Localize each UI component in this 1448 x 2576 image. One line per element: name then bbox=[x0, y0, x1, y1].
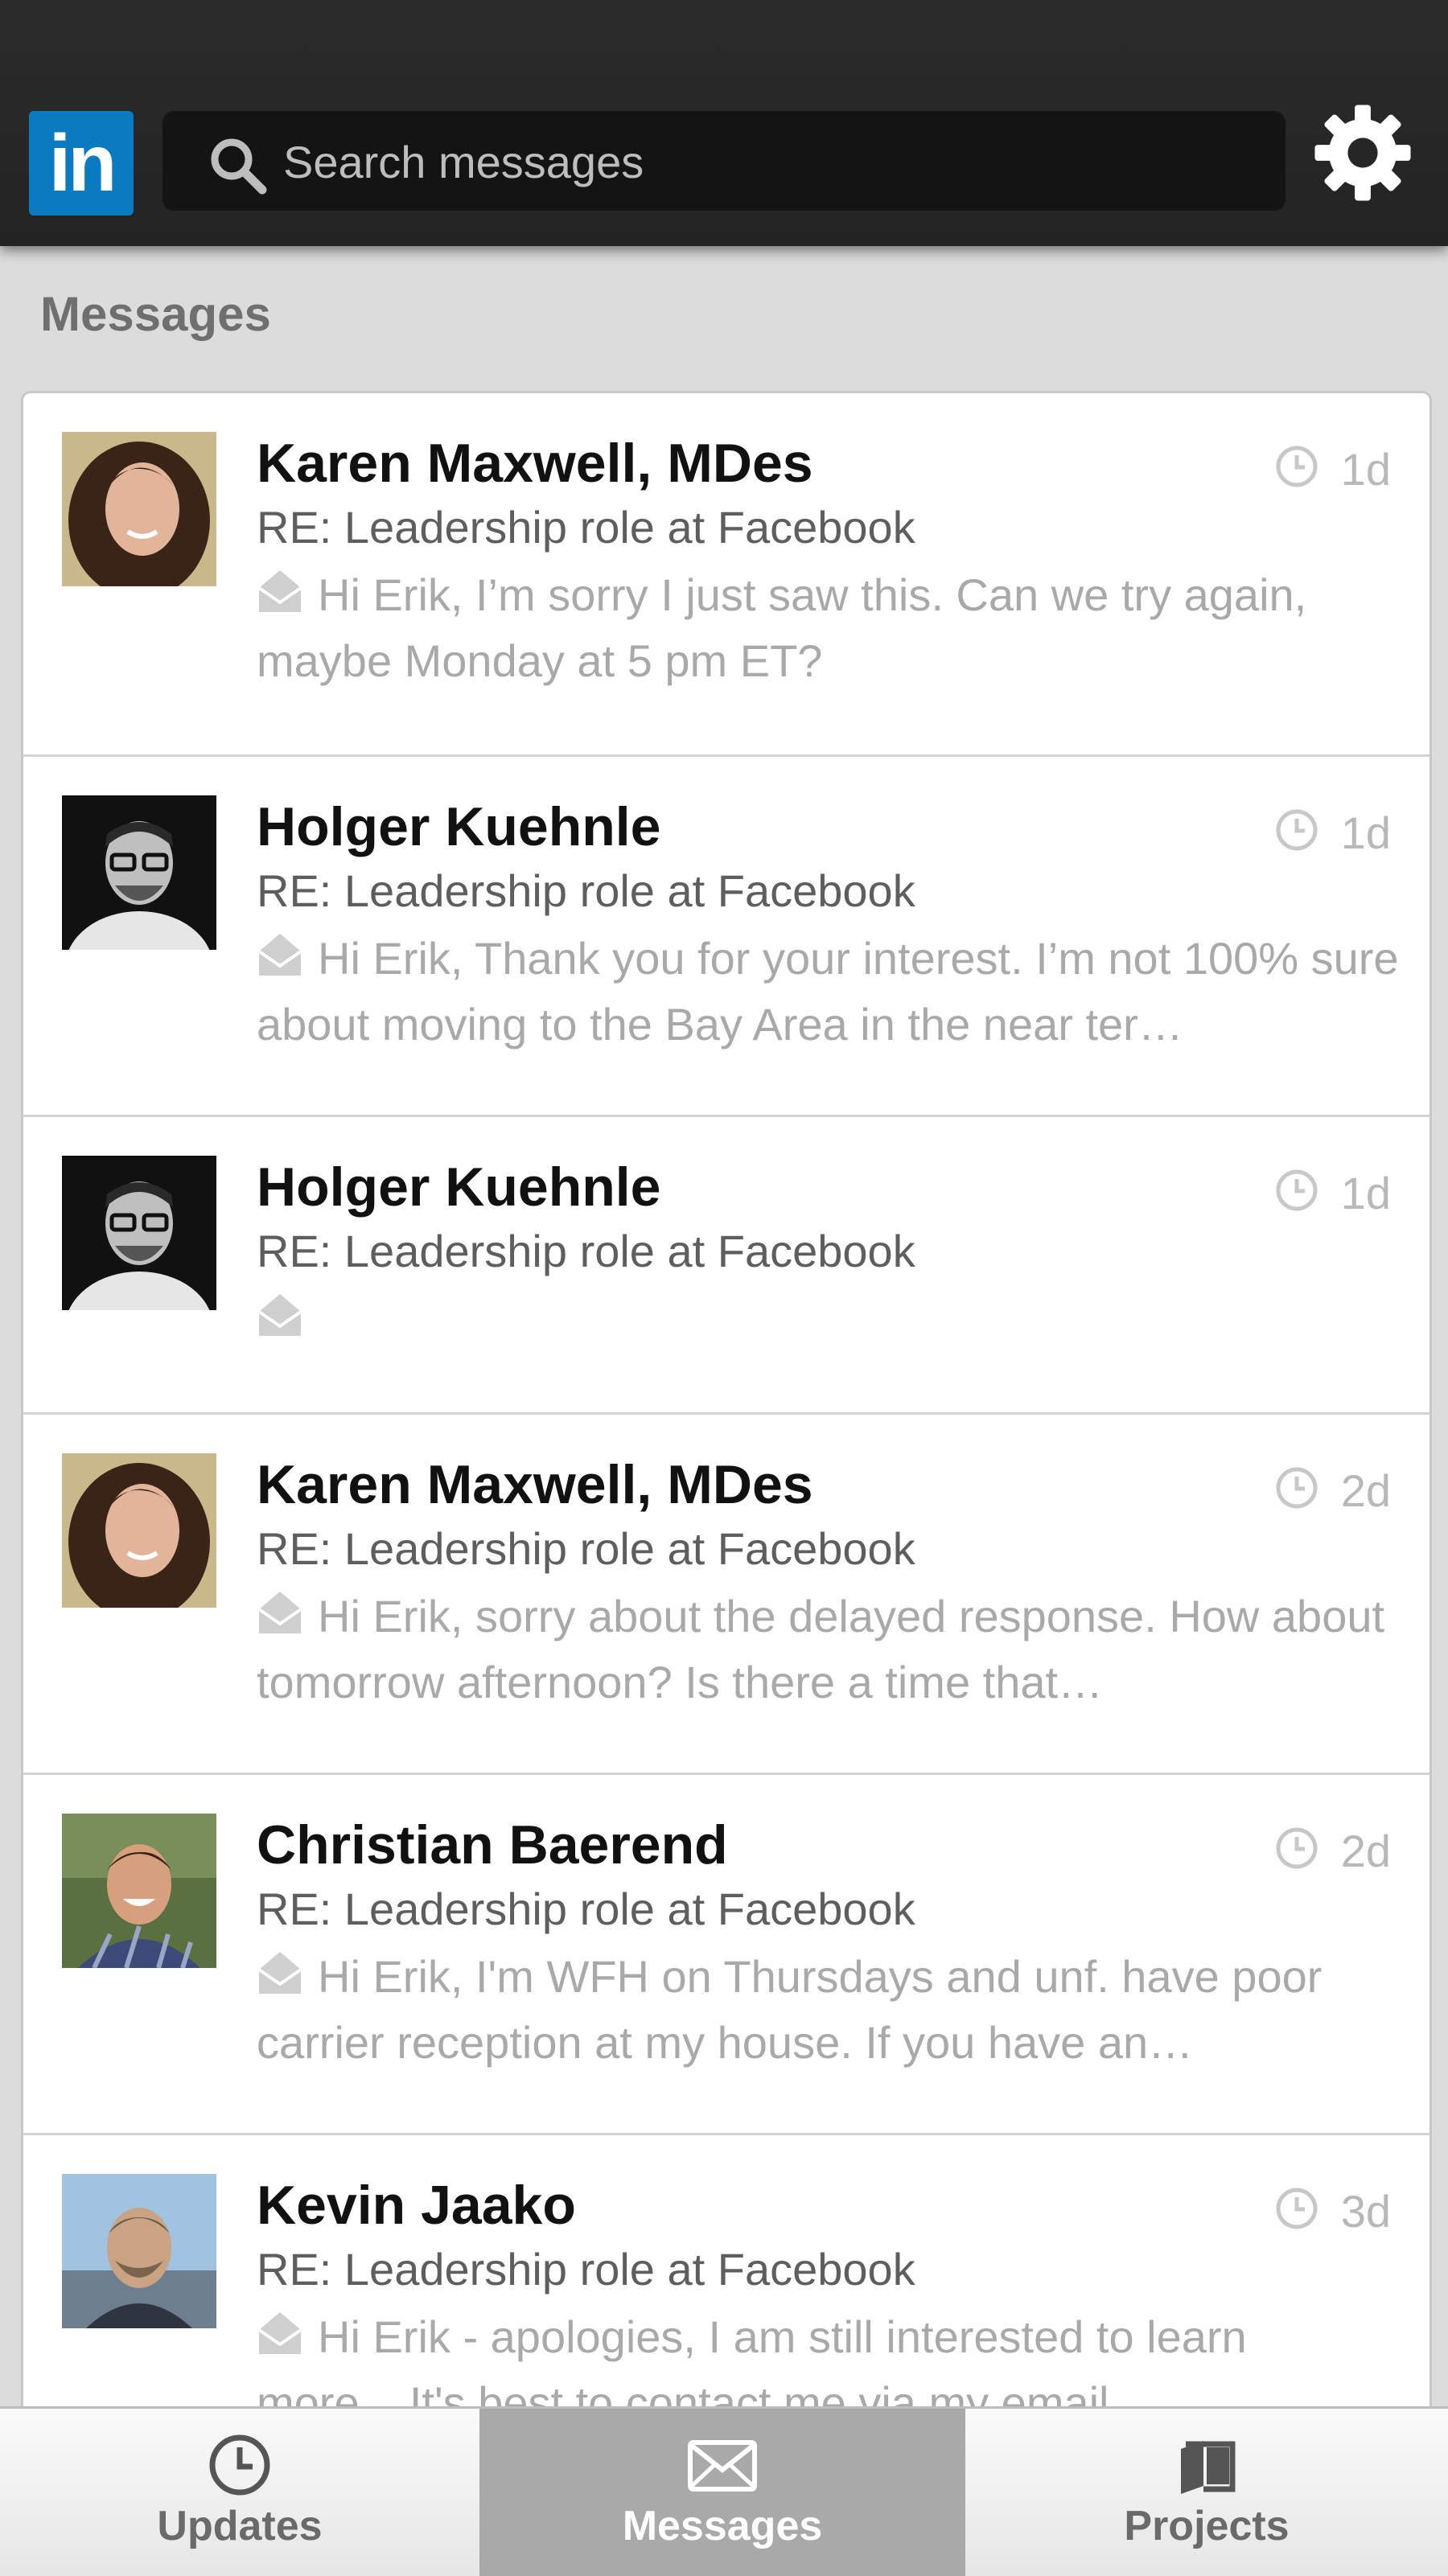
message-age: 1d bbox=[1340, 1168, 1391, 1218]
message-age: 2d bbox=[1340, 1465, 1391, 1516]
envelope-open-icon bbox=[257, 1592, 302, 1633]
preview-text: Hi Erik, I'm WFH on Thursdays and unf. h… bbox=[257, 1951, 1323, 2068]
tab-projects[interactable]: Projects bbox=[965, 2409, 1448, 2576]
sender-name: Karen Maxwell, MDes bbox=[257, 1454, 813, 1515]
message-subject: RE: Leadership role at Facebook bbox=[257, 865, 915, 916]
sender-name: Kevin Jaako bbox=[257, 2175, 576, 2236]
message-subject: RE: Leadership role at Facebook bbox=[257, 1226, 915, 1276]
top-bar: in bbox=[0, 0, 1448, 246]
avatar bbox=[62, 2174, 216, 2328]
message-subject: RE: Leadership role at Facebook bbox=[257, 1884, 915, 1934]
envelope-open-icon bbox=[257, 1952, 302, 1994]
search-box[interactable] bbox=[162, 111, 1286, 212]
preview-text: Hi Erik, I’m sorry I just saw this. Can … bbox=[257, 569, 1307, 686]
message-row[interactable]: Kevin Jaako 3d RE: Leadership role at Fa… bbox=[23, 2135, 1429, 2420]
preview-text: Hi Erik - apologies, I am still interest… bbox=[257, 2311, 1247, 2420]
search-icon bbox=[211, 138, 267, 195]
tab-messages[interactable]: Messages bbox=[479, 2409, 965, 2576]
message-row[interactable]: Holger Kuehnle 1d RE: Leadership role at… bbox=[23, 757, 1429, 1117]
preview-text: Hi Erik, sorry about the delayed respons… bbox=[257, 1591, 1385, 1707]
clock-icon bbox=[1276, 2188, 1318, 2229]
clock-icon bbox=[1276, 809, 1318, 851]
tab-label: Projects bbox=[1124, 2503, 1290, 2549]
avatar bbox=[62, 795, 216, 950]
bottom-tab-bar: Updates Messages Projects bbox=[0, 2406, 1448, 2576]
message-age: 3d bbox=[1340, 2186, 1391, 2237]
message-list[interactable]: Karen Maxwell, MDes 1d RE: Leadership ro… bbox=[21, 391, 1432, 2420]
clock-icon bbox=[1276, 1467, 1318, 1509]
message-row[interactable]: Holger Kuehnle 1d RE: Leadership role at… bbox=[23, 1117, 1429, 1415]
message-preview bbox=[257, 1286, 1399, 1352]
clock-icon bbox=[1276, 1827, 1318, 1869]
message-preview: Hi Erik, sorry about the delayed respons… bbox=[257, 1584, 1399, 1715]
avatar bbox=[62, 1453, 216, 1608]
message-row[interactable]: Christian Baerend 2d RE: Leadership role… bbox=[23, 1775, 1429, 2135]
sender-name: Holger Kuehnle bbox=[257, 1157, 661, 1218]
clock-icon bbox=[1276, 1169, 1318, 1211]
envelope-open-icon bbox=[257, 934, 302, 976]
envelope-open-icon bbox=[257, 570, 302, 612]
message-preview: Hi Erik, I'm WFH on Thursdays and unf. h… bbox=[257, 1944, 1399, 2076]
message-age: 1d bbox=[1340, 807, 1391, 858]
envelope-icon bbox=[688, 2440, 757, 2492]
message-subject: RE: Leadership role at Facebook bbox=[257, 1523, 915, 1574]
message-preview: Hi Erik, Thank you for your interest. I’… bbox=[257, 926, 1399, 1058]
avatar bbox=[62, 432, 216, 586]
message-row[interactable]: Karen Maxwell, MDes 1d RE: Leadership ro… bbox=[23, 393, 1429, 757]
sender-name: Karen Maxwell, MDes bbox=[257, 433, 813, 494]
message-preview: Hi Erik, I’m sorry I just saw this. Can … bbox=[257, 562, 1399, 694]
sender-name: Christian Baerend bbox=[257, 1814, 728, 1876]
envelope-open-icon bbox=[257, 1294, 302, 1336]
message-age: 2d bbox=[1340, 1826, 1391, 1876]
section-title: Messages bbox=[40, 287, 271, 341]
search-input[interactable] bbox=[282, 111, 1250, 212]
preview-text: Hi Erik, Thank you for your interest. I’… bbox=[257, 933, 1399, 1050]
sender-name: Holger Kuehnle bbox=[257, 796, 661, 857]
clock-icon bbox=[1276, 446, 1318, 487]
envelope-open-icon bbox=[257, 2312, 302, 2354]
message-row[interactable]: Karen Maxwell, MDes 2d RE: Leadership ro… bbox=[23, 1415, 1429, 1775]
message-preview: Hi Erik - apologies, I am still interest… bbox=[257, 2304, 1399, 2420]
message-subject: RE: Leadership role at Facebook bbox=[257, 502, 915, 553]
folder-icon bbox=[1181, 2441, 1236, 2494]
linkedin-logo[interactable]: in bbox=[29, 111, 134, 216]
message-subject: RE: Leadership role at Facebook bbox=[257, 2244, 915, 2295]
avatar bbox=[62, 1814, 216, 1968]
tab-updates[interactable]: Updates bbox=[0, 2409, 479, 2576]
message-age: 1d bbox=[1340, 444, 1391, 495]
tab-label: Updates bbox=[157, 2503, 323, 2549]
tab-label: Messages bbox=[622, 2503, 823, 2549]
settings-gear-icon[interactable] bbox=[1313, 103, 1413, 203]
clock-icon bbox=[209, 2434, 270, 2496]
avatar bbox=[62, 1156, 216, 1310]
